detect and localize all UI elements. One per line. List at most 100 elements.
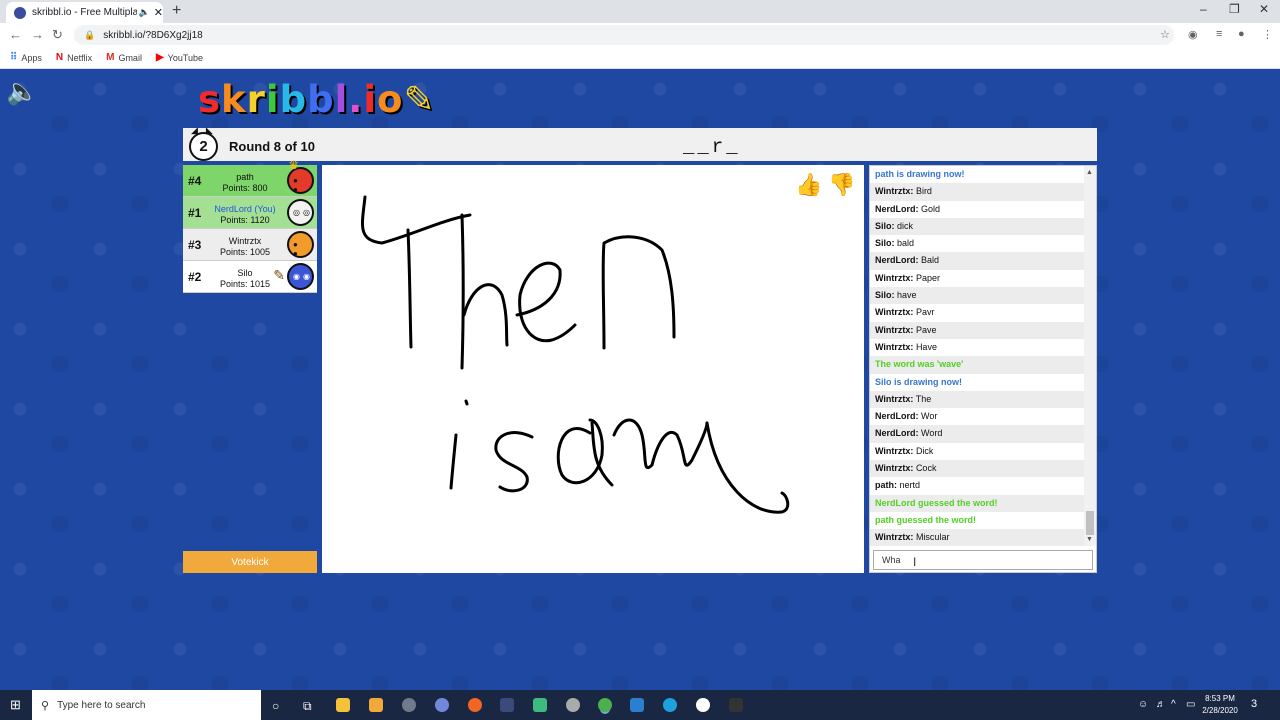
speaker-icon[interactable]: 🔈 (139, 7, 150, 18)
reload-icon[interactable]: ↻ (52, 27, 63, 43)
player-rank: #1 (188, 206, 202, 220)
app-icon[interactable] (500, 698, 514, 712)
gmail-icon: M (106, 52, 115, 63)
chat-message: NerdLord guessed the word! (870, 494, 1084, 512)
back-icon[interactable]: ← (9, 27, 22, 42)
chat-text: path guessed the word! (875, 514, 977, 525)
cortana-icon[interactable]: ○ (272, 699, 279, 713)
network-icon[interactable]: ▭ (1186, 699, 1195, 710)
windows-start-icon[interactable]: ⊞ (10, 697, 21, 713)
chat-author: NerdLord: (875, 255, 919, 266)
github-icon[interactable] (566, 698, 580, 712)
notification-icon[interactable]: 3 (1251, 698, 1257, 710)
chat-scrollbar[interactable]: ▲ ▼ (1084, 166, 1096, 546)
chat-message: Wintrztx: Pavr (870, 304, 1084, 321)
chat-message: path guessed the word! (870, 512, 1084, 529)
taskbar-search[interactable]: ⚲ Type here to search (32, 690, 261, 720)
chat-text: Bald (921, 255, 940, 266)
bookmark-netflix[interactable]: N Netflix (56, 52, 92, 63)
chat-message: Wintrztx: The (870, 390, 1084, 409)
close-window-icon[interactable]: ✕ (1259, 2, 1269, 16)
chat-author: Silo: (875, 220, 895, 231)
chat-message: Wintrztx: Bird (870, 183, 1084, 201)
scroll-up-icon[interactable]: ▲ (1086, 169, 1093, 176)
chat-text: Bird (915, 186, 932, 197)
chat-app-icon[interactable] (533, 698, 547, 712)
chat-message: Wintrztx: Cock (870, 460, 1084, 478)
bookmarks-bar: ⠿ Apps N Netflix M Gmail ▶ YouTube (0, 47, 1280, 69)
minimize-icon[interactable]: – (1200, 2, 1207, 16)
video-app-icon[interactable] (630, 698, 644, 712)
microphone-icon[interactable]: ♬ (1156, 699, 1166, 710)
settings-icon[interactable] (402, 698, 416, 712)
restore-icon[interactable]: ❐ (1229, 2, 1240, 16)
origin-icon[interactable] (468, 698, 482, 712)
discord-icon[interactable] (435, 698, 449, 712)
epic-games-icon[interactable] (729, 698, 743, 712)
chat-author: Wintrztx: (875, 445, 914, 456)
chat-input[interactable] (873, 550, 1093, 570)
address-bar[interactable]: 🔒 skribbl.io/?8D6Xg2jj18 (74, 25, 1174, 45)
chat-author: path: (875, 480, 897, 491)
timer-clock: 2 (189, 132, 218, 161)
chrome-icon[interactable] (598, 698, 612, 712)
file-explorer-icon[interactable] (336, 698, 350, 712)
chat-author: Wintrztx: (875, 307, 914, 318)
audio-toggle-icon[interactable]: 🔈 (6, 76, 38, 107)
browser-tab-bar: skribbl.io - Free Multiplayer D 🔈 ✕ + – … (0, 0, 1280, 23)
logitech-icon[interactable] (696, 698, 710, 712)
task-view-icon[interactable]: ⧉ (303, 699, 312, 714)
chat-message: Silo: dick (870, 217, 1084, 236)
avatar: ● ● (287, 231, 314, 258)
player-points: Points: 800 (222, 183, 268, 193)
player-name: NerdLord (You) (214, 204, 276, 214)
player-row[interactable]: #3 Wintrztx Points: 1005 ● ● (183, 229, 317, 261)
scroll-down-icon[interactable]: ▼ (1086, 536, 1093, 543)
browser-tab[interactable]: skribbl.io - Free Multiplayer D 🔈 ✕ (6, 2, 163, 23)
store-icon[interactable] (369, 698, 383, 712)
avatar: ◉◉ (287, 263, 314, 290)
bookmark-gmail[interactable]: M Gmail (106, 52, 142, 63)
chat-text: Miscular (915, 532, 950, 543)
drawing-canvas[interactable] (322, 165, 864, 573)
forward-icon[interactable]: → (31, 27, 44, 42)
chat-author: NerdLord: (875, 411, 919, 422)
search-icon: ⚲ (41, 699, 50, 712)
star-icon[interactable]: ☆ (1160, 28, 1170, 41)
bookmark-youtube[interactable]: ▶ YouTube (156, 52, 203, 63)
crown-icon: ♛ (288, 158, 299, 172)
chat-text: dick (897, 220, 914, 231)
player-row[interactable]: #4 path Points: 800 ● ● ♛ (183, 158, 317, 197)
menu-icon[interactable]: ⋮ (1262, 28, 1273, 41)
player-row[interactable]: #1 NerdLord (You) Points: 1120 ◎◎ (183, 197, 317, 229)
player-name: Wintrztx (228, 236, 262, 246)
scroll-thumb[interactable] (1086, 511, 1094, 535)
chat-message: Silo: have (870, 287, 1084, 305)
chat-author: Wintrztx: (875, 341, 914, 352)
chevron-up-icon[interactable]: ^ (1171, 699, 1176, 710)
player-row[interactable]: #2 Silo Points: 1015 ◉◉ ✎ (183, 261, 317, 293)
chat-message: Wintrztx: Dick (870, 443, 1084, 460)
profile-icon[interactable]: ● (1238, 28, 1245, 40)
thumbs-up-icon[interactable]: 👍 (795, 172, 822, 198)
bookmark-apps[interactable]: ⠿ Apps (10, 52, 42, 63)
extension-icon[interactable]: ◉ (1188, 28, 1198, 41)
chat-text: The (915, 393, 932, 404)
chat-text: Pavr (915, 307, 935, 318)
votekick-button[interactable]: Votekick (183, 551, 317, 573)
new-tab-icon[interactable]: + (172, 2, 181, 20)
round-indicator: Round 8 of 10 (229, 139, 315, 154)
person-icon[interactable]: ☺ (1138, 699, 1148, 710)
chat-author: Silo: (875, 290, 895, 301)
thumbs-down-icon[interactable]: 👎 (828, 172, 855, 198)
media-icon[interactable]: ≡ (1216, 28, 1222, 40)
alarm-clock-icon: ◢◣ (191, 125, 221, 135)
close-tab-icon[interactable]: ✕ (154, 6, 163, 19)
chat-author: Wintrztx: (875, 532, 914, 543)
system-clock[interactable]: 8:53 PM 2/28/2020 (1196, 693, 1244, 717)
youtube-icon: ▶ (155, 52, 164, 63)
vscode-icon[interactable] (663, 698, 677, 712)
windows-taskbar: ⊞ ⚲ Type here to search ○ ⧉ ☺ ♬ ^ ▭ 8:53… (0, 690, 1280, 720)
browser-toolbar: ← → ↻ 🔒 skribbl.io/?8D6Xg2jj18 (0, 23, 1280, 47)
chat-message: NerdLord: Wor (870, 408, 1084, 425)
